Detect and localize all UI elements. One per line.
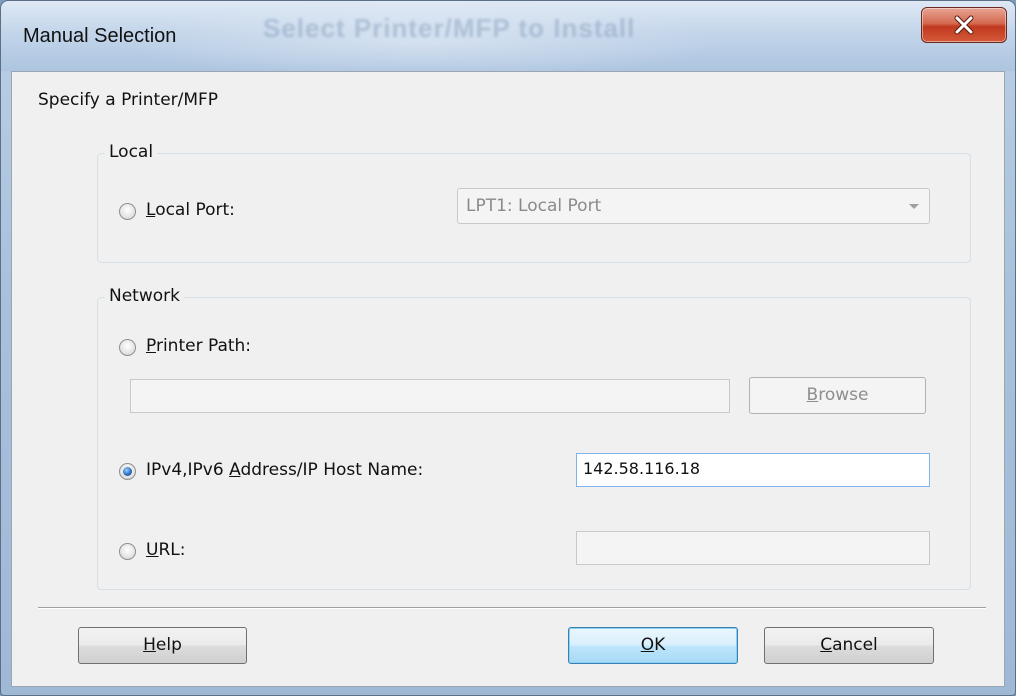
ok-button[interactable]: OK [568,627,738,664]
window-title: Manual Selection [23,25,177,47]
ok-label: K [654,635,666,655]
local-port-mnemonic: L [146,200,156,220]
ip-address-input[interactable]: 142.58.116.18 [576,453,930,487]
cancel-mnemonic: C [820,635,833,655]
ok-mnemonic: O [640,635,655,655]
ip-address-radio[interactable] [119,463,136,480]
ip-address-label-prefix: IPv4,IPv6 [146,460,230,480]
printer-path-radio[interactable] [119,339,136,356]
network-group-label: Network [105,286,184,306]
browse-label: rowse [818,385,869,405]
dialog-window: Select Printer/MFP to Install Manual Sel… [0,0,1016,696]
background-window-title: Select Printer/MFP to Install [263,13,636,43]
cancel-label: ancel [832,635,878,655]
url-input[interactable] [576,531,930,565]
help-mnemonic: H [143,635,156,655]
printer-path-input[interactable] [130,379,730,413]
help-button[interactable]: Help [78,627,247,664]
local-port-label[interactable]: Local Port: [146,200,235,220]
cancel-button[interactable]: Cancel [764,627,934,664]
close-icon [954,15,974,35]
page-heading: Specify a Printer/MFP [38,90,219,110]
dialog-body: Specify a Printer/MFP Local Local Port: … [11,71,1005,687]
browse-mnemonic: B [806,385,819,405]
local-port-radio[interactable] [119,203,136,220]
local-group-label: Local [105,142,158,162]
url-label[interactable]: URL: [146,540,185,560]
ip-address-label-text: ddress/IP Host Name: [240,460,424,480]
close-button[interactable] [921,7,1007,43]
url-mnemonic: U [146,540,159,560]
browse-button[interactable]: Browse [749,377,926,414]
button-separator [38,607,986,609]
printer-path-mnemonic: P [146,336,156,356]
printer-path-label[interactable]: Printer Path: [146,336,251,356]
local-port-label-text: ocal Port: [155,200,235,220]
title-bar[interactable]: Select Printer/MFP to Install Manual Sel… [1,1,1015,71]
local-port-select-value: LPT1: Local Port [466,196,602,216]
local-port-select[interactable]: LPT1: Local Port [457,188,930,224]
help-label: elp [155,635,182,655]
url-radio[interactable] [119,543,136,560]
printer-path-label-text: rinter Path: [155,336,252,356]
url-label-text: RL: [158,540,186,560]
chevron-down-icon [909,204,919,209]
ip-address-label[interactable]: IPv4,IPv6 Address/IP Host Name: [146,460,423,480]
ip-address-mnemonic: A [229,460,241,480]
